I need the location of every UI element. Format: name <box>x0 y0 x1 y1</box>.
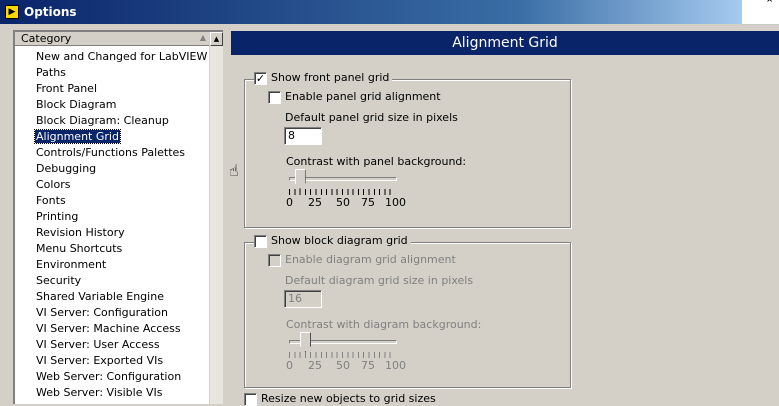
tick-label: 75 <box>361 359 375 372</box>
show-front-panel-grid-checkbox[interactable]: ✓ Show front panel grid <box>254 71 393 85</box>
diagram-contrast-label: Contrast with diagram background: <box>286 318 482 331</box>
category-item-label: VI Server: Configuration <box>36 306 168 319</box>
category-item-label: Block Diagram <box>36 98 117 111</box>
enable-panel-grid-alignment-check[interactable] <box>268 90 281 104</box>
category-item-label: Shared Variable Engine <box>36 290 164 303</box>
category-item[interactable]: Debugging <box>35 161 223 177</box>
resize-to-grid-label: Resize new objects to grid sizes <box>261 392 436 405</box>
category-item[interactable]: Environment <box>35 257 223 273</box>
category-item[interactable]: VI Server: Exported VIs <box>35 353 223 369</box>
category-items: New and Changed for LabVIEW 8.x Paths Fron… <box>34 49 223 401</box>
category-item[interactable]: Printing <box>35 209 223 225</box>
category-item[interactable]: Fonts <box>35 193 223 209</box>
show-block-diagram-grid-checkbox[interactable]: Show block diagram grid <box>254 234 411 248</box>
category-item-label: VI Server: User Access <box>36 338 160 351</box>
category-item-label: Revision History <box>36 226 125 239</box>
category-item[interactable]: VI Server: Configuration <box>35 305 223 321</box>
show-front-panel-grid-label: Show front panel grid <box>271 71 390 84</box>
enable-panel-grid-alignment-checkbox[interactable]: Enable panel grid alignment <box>268 90 441 104</box>
show-block-diagram-grid-check[interactable] <box>254 234 267 248</box>
category-item[interactable]: Web Server: Visible VIs <box>35 385 223 401</box>
category-item[interactable]: Colors <box>35 177 223 193</box>
category-item[interactable]: Paths <box>35 65 223 81</box>
panel-contrast-label: Contrast with panel background: <box>286 155 467 168</box>
diagram-grid-size-input[interactable]: 16 <box>284 290 322 308</box>
diagram-grid-size-label: Default diagram grid size in pixels <box>285 274 474 287</box>
category-item[interactable]: Menu Shortcuts <box>35 241 223 257</box>
category-item-label: Colors <box>36 178 71 191</box>
category-item[interactable]: Block Diagram <box>35 97 223 113</box>
category-item-label: Block Diagram: Cleanup <box>36 114 169 127</box>
category-item-label: Controls/Functions Palettes <box>36 146 186 159</box>
tick-label: 75 <box>361 196 375 209</box>
tick-label: 50 <box>336 196 350 209</box>
category-scrollbar[interactable]: ▲ <box>209 32 223 404</box>
category-item-label: Web Server: Configuration <box>36 370 182 383</box>
category-item-label: Menu Shortcuts <box>36 242 123 255</box>
title-bar[interactable]: ▶ Options <box>0 0 742 24</box>
tick-label: 25 <box>308 196 322 209</box>
caret-up-icon: ⌃ <box>765 0 775 10</box>
category-item[interactable]: Block Diagram: Cleanup <box>35 113 223 129</box>
category-item[interactable]: VI Server: Machine Access <box>35 321 223 337</box>
panel-grid-size-input[interactable]: 8 <box>284 127 322 145</box>
panel-grid-size-label: Default panel grid size in pixels <box>285 111 458 124</box>
category-item-label: Debugging <box>36 162 97 175</box>
category-item[interactable]: Security <box>35 273 223 289</box>
panel-contrast-tick-labels: 0 25 50 75 100 <box>286 196 406 210</box>
category-item-label: VI Server: Exported VIs <box>36 354 164 367</box>
category-item[interactable]: Shared Variable Engine <box>35 289 223 305</box>
tick-label: 50 <box>336 359 350 372</box>
tick-label: 100 <box>385 359 406 372</box>
diagram-contrast-ticks <box>289 352 395 358</box>
resize-to-grid-checkbox[interactable]: Resize new objects to grid sizes <box>244 392 436 406</box>
category-item[interactable]: Web Server: Configuration <box>35 369 223 385</box>
hand-cursor-icon: ☝ <box>229 161 239 180</box>
category-item-label: Fonts <box>36 194 66 207</box>
category-item-label: Security <box>36 274 82 287</box>
diagram-contrast-tick-labels: 0 25 50 75 100 <box>286 359 406 373</box>
tick-label: 0 <box>286 359 293 372</box>
enable-diagram-grid-alignment-label: Enable diagram grid alignment <box>285 253 456 266</box>
enable-diagram-grid-alignment-check[interactable] <box>268 253 281 267</box>
sort-up-icon: ▲ <box>199 33 206 42</box>
category-item-label: Front Panel <box>36 82 97 95</box>
tick-label: 25 <box>308 359 322 372</box>
category-item-label: New and Changed for LabVIEW 8.x <box>36 50 223 63</box>
tick-label: 0 <box>286 196 293 209</box>
category-item[interactable]: Controls/Functions Palettes <box>35 145 223 161</box>
scroll-up-button[interactable]: ▲ <box>210 32 223 46</box>
category-item[interactable]: New and Changed for LabVIEW 8.x <box>35 49 223 65</box>
category-list[interactable]: Category ▲ New and Changed for LabVIEW 8… <box>13 30 223 404</box>
category-item[interactable]: Front Panel <box>35 81 223 97</box>
show-block-diagram-grid-label: Show block diagram grid <box>271 234 408 247</box>
page-title: Alignment Grid <box>231 31 779 55</box>
tick-label: 100 <box>385 196 406 209</box>
category-column-header[interactable]: Category ▲ <box>15 32 210 46</box>
window-title: Options <box>24 5 77 19</box>
category-item-label: Environment <box>36 258 107 271</box>
category-item[interactable]: Alignment Grid <box>34 129 223 145</box>
category-item-label: Printing <box>36 210 79 223</box>
category-item-label: Web Server: Visible VIs <box>36 386 163 399</box>
category-item[interactable]: Revision History <box>35 225 223 241</box>
show-front-panel-grid-check[interactable]: ✓ <box>254 71 267 85</box>
category-item[interactable]: VI Server: User Access <box>35 337 223 353</box>
panel-contrast-ticks <box>289 189 395 195</box>
category-item-label: Alignment Grid <box>34 129 121 144</box>
labview-icon[interactable]: ▶ <box>5 5 19 19</box>
category-item-label: Paths <box>36 66 66 79</box>
enable-diagram-grid-alignment-checkbox[interactable]: Enable diagram grid alignment <box>268 253 456 267</box>
enable-panel-grid-alignment-label: Enable panel grid alignment <box>285 90 441 103</box>
background-window-strip: ⌃ <box>742 0 779 25</box>
category-item-label: VI Server: Machine Access <box>36 322 181 335</box>
category-header-label: Category <box>21 32 72 45</box>
